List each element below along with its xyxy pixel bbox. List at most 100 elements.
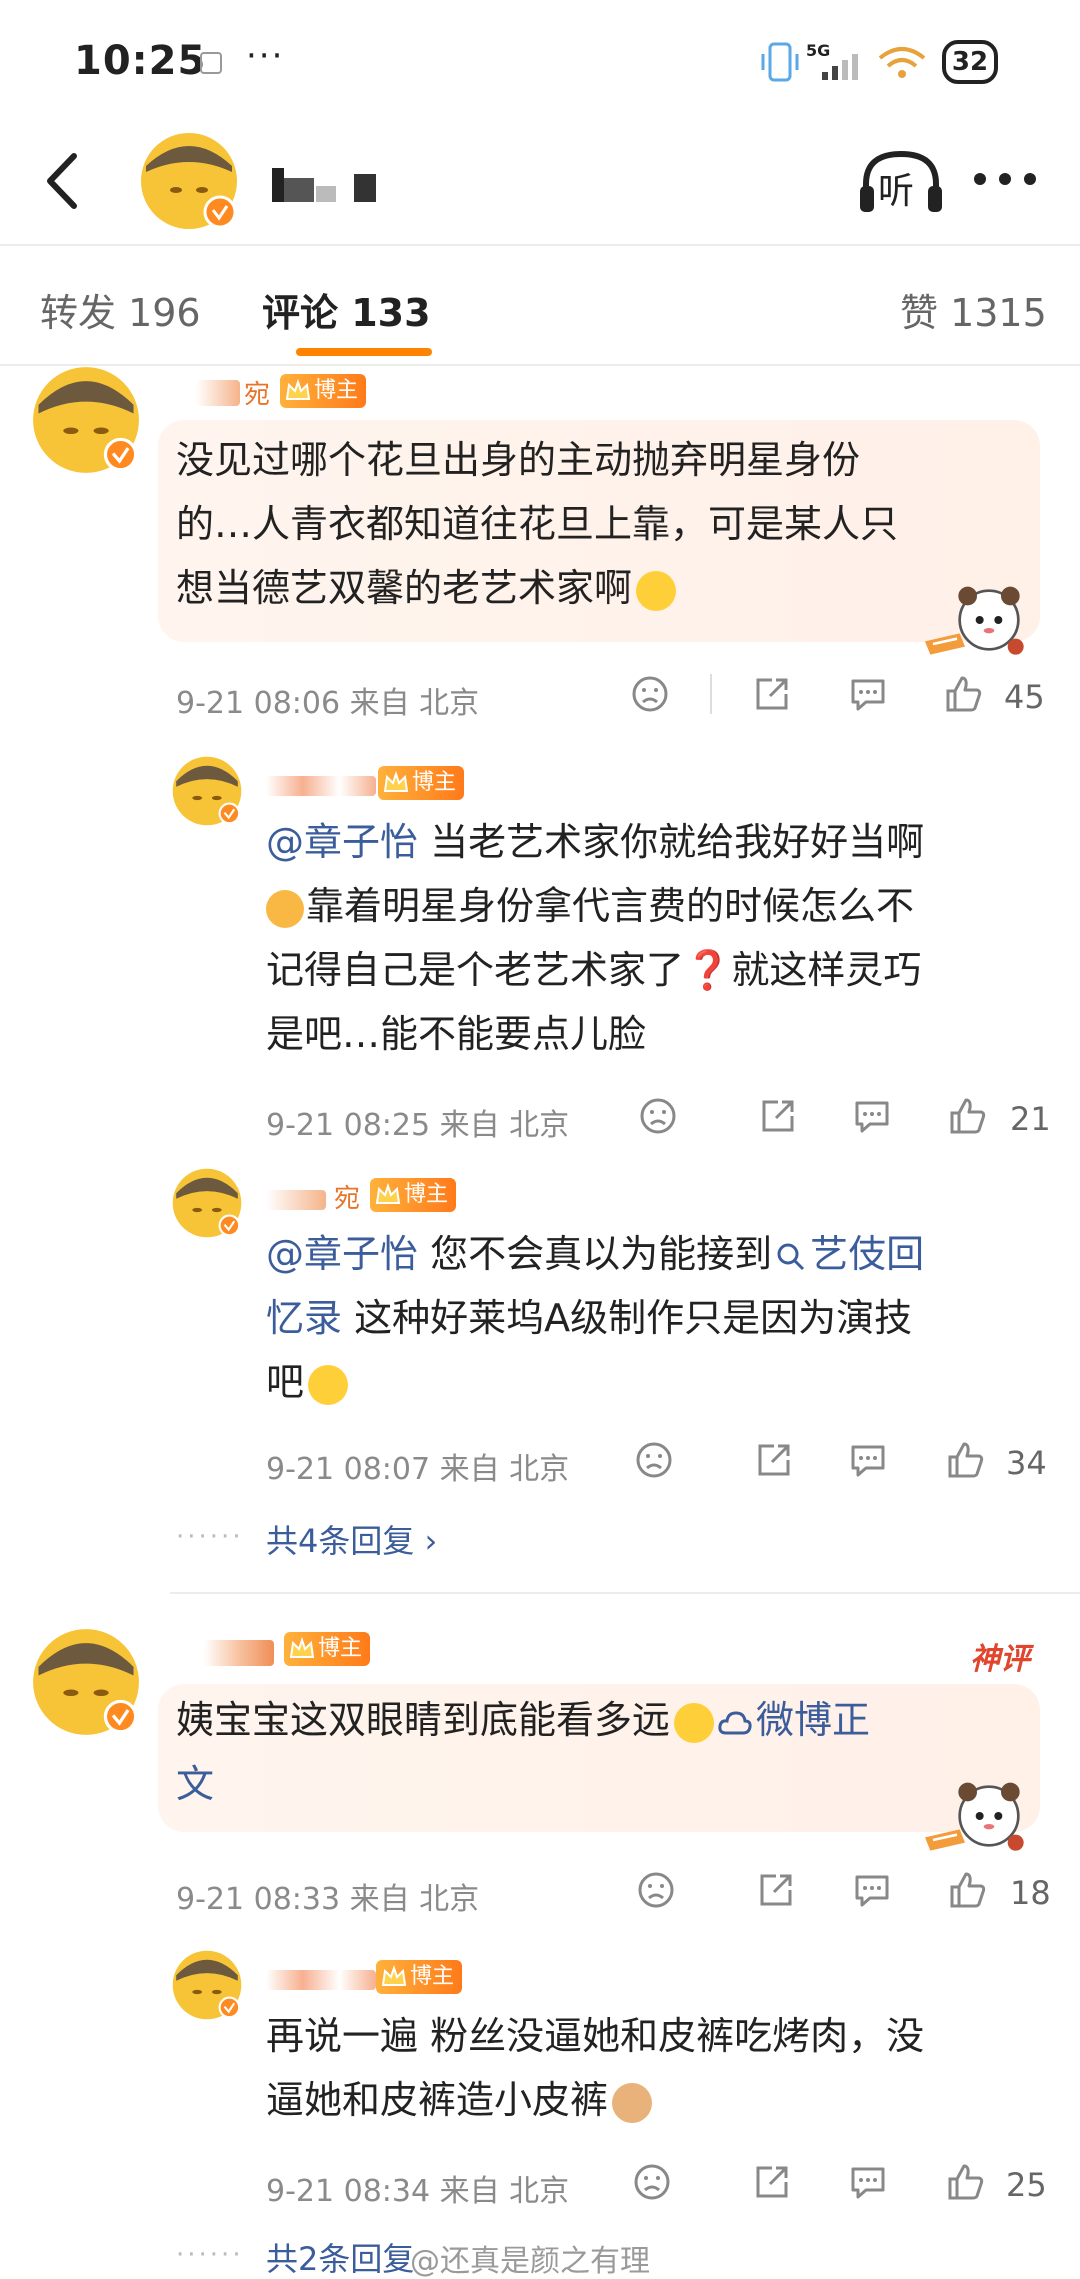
watermark: @还真是颜之有理 [410, 2244, 650, 2279]
replier-avatar[interactable] [172, 756, 242, 826]
author-avatar[interactable] [140, 132, 238, 230]
share-icon[interactable] [754, 1440, 794, 1480]
search-topic-link[interactable]: 艺伎回 [772, 1232, 924, 1276]
replier-name-blurred[interactable] [266, 776, 376, 796]
comment-line: 的…人青衣都知道往花旦上靠，可是某人只 [176, 502, 899, 546]
tab-repost[interactable]: 转发 196 [40, 282, 201, 337]
search-topic-text-cont[interactable]: 忆录 [266, 1296, 342, 1340]
comment-line: 姨宝宝这双眼睛到底能看多远 微博正 [176, 1688, 870, 1752]
dislike-icon[interactable] [632, 2162, 672, 2202]
blogger-badge-label: 博主 [412, 770, 457, 795]
like-icon[interactable] [946, 1440, 986, 1480]
reply-line-text: 当老艺术家你就给我好好当啊 [418, 820, 925, 864]
more-options-icon[interactable] [970, 164, 1040, 194]
like-count: 18 [1010, 1874, 1051, 1912]
weibo-post-link[interactable]: 微博正 [718, 1698, 870, 1742]
share-icon[interactable] [752, 2162, 792, 2202]
commenter-name-blurred[interactable] [196, 380, 240, 406]
time-text: 9-21 08:33 [176, 1882, 341, 1917]
crown-icon [380, 1963, 408, 1991]
source-text: 来自 北京 [349, 1882, 480, 1917]
back-arrow-icon[interactable] [34, 146, 94, 216]
share-icon[interactable] [758, 1096, 798, 1136]
weibo-post-link-text: 微博正 [756, 1698, 871, 1742]
weibo-post-link-cont[interactable]: 文 [176, 1752, 870, 1816]
blogger-badge-label: 博主 [410, 1964, 455, 1989]
like-icon[interactable] [948, 1870, 988, 1910]
search-topic-text: 艺伎回 [810, 1232, 925, 1276]
reply-icon[interactable] [848, 674, 888, 714]
signal-icon: 5G [806, 41, 858, 80]
dislike-icon[interactable] [638, 1096, 678, 1136]
reply-line-text: 吧 [266, 1360, 305, 1404]
replier-name-blurred[interactable] [266, 1190, 326, 1210]
author-name-blurred [272, 168, 376, 202]
blogger-badge: 博主 [378, 766, 465, 800]
blogger-badge-label: 博主 [404, 1182, 449, 1207]
dislike-icon[interactable] [636, 1870, 676, 1910]
share-icon[interactable] [752, 674, 792, 714]
time-text: 9-21 08:07 [266, 1452, 431, 1487]
commenter-name-blurred[interactable] [204, 1640, 274, 1666]
commenter-avatar[interactable] [32, 1628, 140, 1736]
top-comment-tag: 神评 [970, 1642, 1030, 1677]
share-icon[interactable] [756, 1870, 796, 1910]
replier-avatar[interactable] [172, 1168, 242, 1238]
blush-emoji-icon [612, 2082, 653, 2123]
more-replies-link[interactable]: 共2条回复 [266, 2234, 414, 2279]
comment-line-text: 想当德艺双馨的老艺术家啊 [176, 566, 633, 610]
smile-emoji-icon [636, 570, 677, 611]
reply-text: @章子怡 当老艺术家你就给我好好当啊 靠着明星身份拿代言费的时候怎么不 记得自己… [266, 810, 924, 1066]
pleading-emoji-icon [674, 1702, 715, 1743]
cloud-icon [718, 1710, 752, 1734]
like-icon[interactable] [948, 1096, 988, 1136]
battery-indicator: 32 [942, 40, 998, 84]
reply-icon[interactable] [852, 1096, 892, 1136]
comment-line: 想当德艺双馨的老艺术家啊 [176, 556, 898, 620]
listen-button[interactable]: 听 [858, 148, 944, 218]
blogger-badge: 博主 [280, 374, 367, 408]
mention-link[interactable]: @章子怡 [266, 1232, 418, 1276]
tab-comments[interactable]: 评论 133 [262, 282, 431, 337]
reply-line-text: 逼她和皮裤造小皮裤 [266, 2078, 609, 2122]
like-count: 25 [1006, 2166, 1047, 2204]
blogger-badge-label: 博主 [318, 1636, 363, 1661]
like-icon[interactable] [944, 674, 984, 714]
top-nav-bar: 听 [0, 118, 1080, 244]
time-text: 9-21 08:34 [266, 2174, 431, 2209]
reply-icon[interactable] [848, 2162, 888, 2202]
blogger-badge: 博主 [376, 1960, 463, 1994]
status-bar: 10:25 ··· 5G 32 [0, 0, 1080, 118]
reply-time: 9-21 08:25 来自 北京 [266, 1100, 569, 1144]
thread-dots: ······ [176, 1522, 244, 1552]
reply-line: 逼她和皮裤造小皮裤 [266, 2068, 924, 2132]
reply-line: 是吧…能不能要点儿脸 [266, 1012, 647, 1056]
more-replies-link[interactable]: 共4条回复 › [266, 1516, 437, 1562]
crown-icon [374, 1181, 402, 1209]
reply-text: @章子怡 您不会真以为能接到 艺伎回 忆录 这种好莱坞A级制作只是因为演技 吧 [266, 1222, 924, 1414]
blogger-badge-label: 博主 [314, 378, 359, 403]
comment-line: 没见过哪个花旦出身的主动抛弃明星身份 [176, 438, 861, 482]
crown-icon [284, 377, 312, 405]
reply-line: 靠着明星身份拿代言费的时候怎么不 [266, 874, 924, 938]
tab-likes[interactable]: 赞 1315 [900, 282, 1047, 337]
dislike-icon[interactable] [634, 1440, 674, 1480]
more-notifications-icon: ··· [246, 36, 285, 76]
active-tab-indicator [296, 348, 432, 356]
time-text: 9-21 08:25 [266, 1108, 431, 1143]
replier-avatar[interactable] [172, 1950, 242, 2020]
wifi-icon [878, 47, 926, 78]
tongue-emoji-icon [308, 1364, 349, 1405]
dislike-icon[interactable] [630, 674, 670, 714]
like-icon[interactable] [946, 2162, 986, 2202]
search-icon [777, 1243, 805, 1270]
replier-name-blurred[interactable] [266, 1970, 376, 1990]
mention-link[interactable]: @章子怡 [266, 820, 418, 864]
reply-icon[interactable] [852, 1870, 892, 1910]
reply-icon[interactable] [848, 1440, 888, 1480]
cat-emoji-icon [266, 889, 304, 928]
like-count: 21 [1010, 1100, 1051, 1138]
thread-dots: ······ [176, 2240, 244, 2270]
network-label: 5G [806, 41, 830, 60]
commenter-avatar[interactable] [32, 366, 140, 474]
